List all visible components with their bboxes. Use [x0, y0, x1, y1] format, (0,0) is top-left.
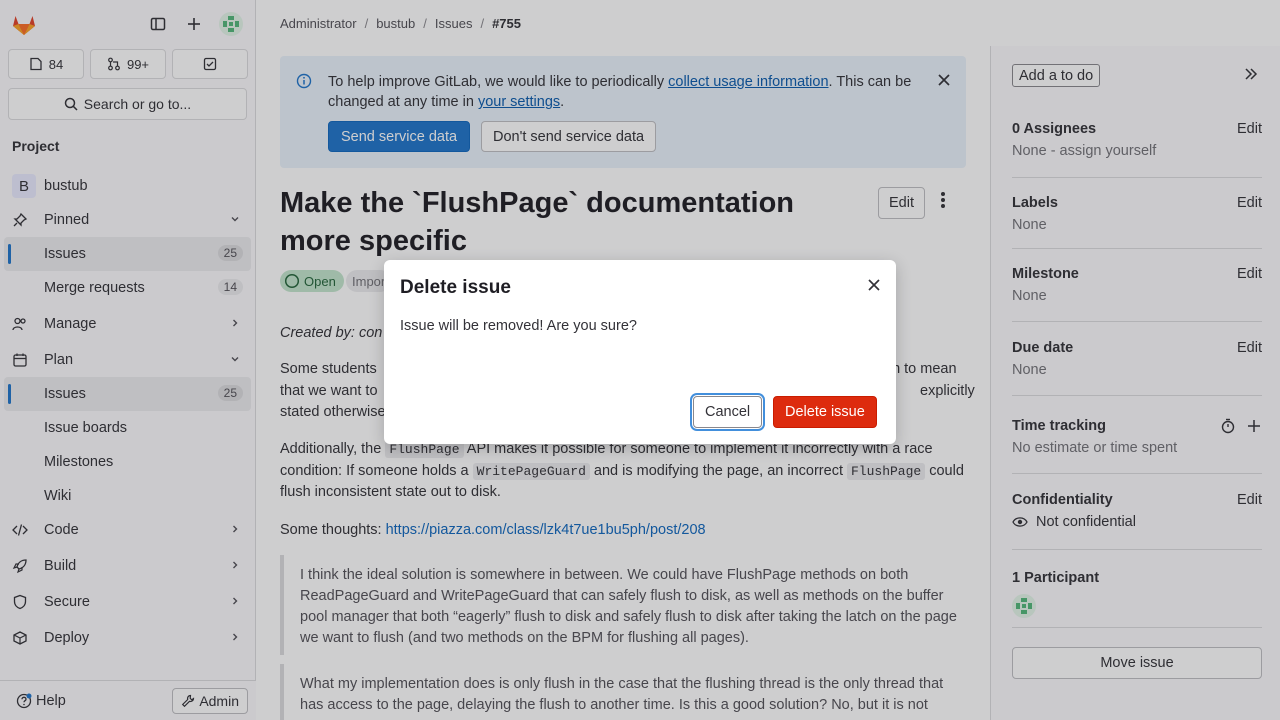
close-icon[interactable] [868, 279, 880, 291]
modal-body-text: Issue will be removed! Are you sure? [400, 318, 637, 334]
delete-issue-modal: Delete issue Issue will be removed! Are … [384, 260, 896, 444]
delete-issue-button[interactable]: Delete issue [773, 396, 877, 428]
modal-title: Delete issue [400, 277, 511, 298]
cancel-button[interactable]: Cancel [693, 396, 763, 428]
